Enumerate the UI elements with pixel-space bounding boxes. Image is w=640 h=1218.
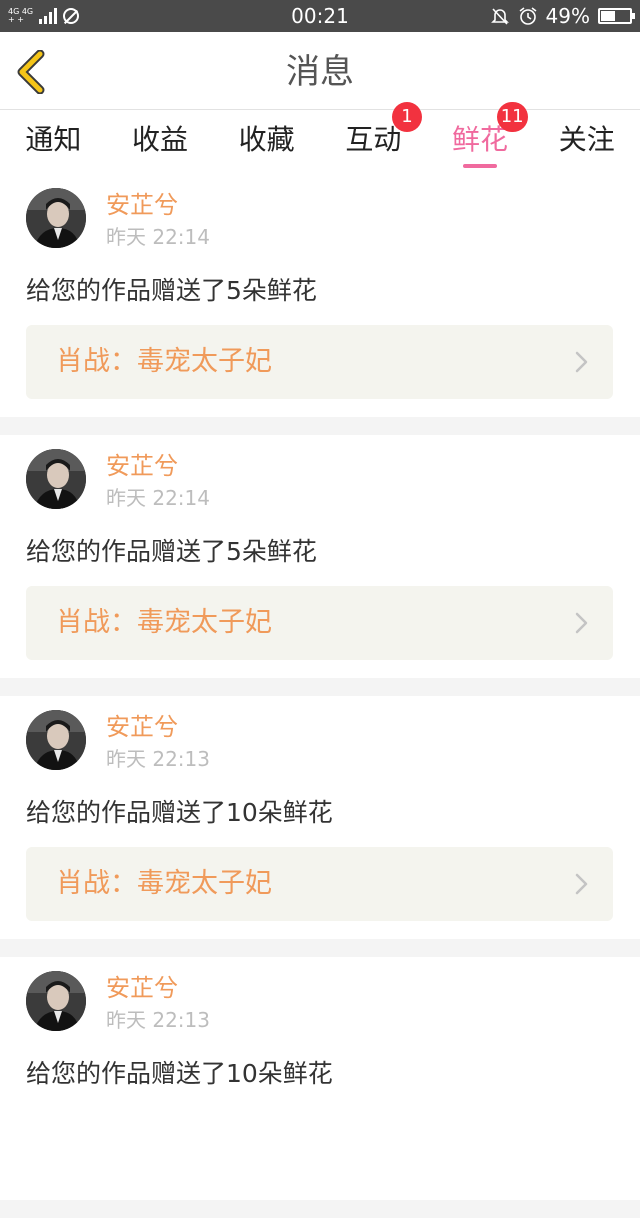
battery-icon [598, 8, 635, 24]
tab-label: 收益 [132, 123, 189, 156]
sender-name[interactable]: 安芷兮 [106, 190, 178, 220]
active-tab-indicator [463, 164, 498, 168]
message-text: 给您的作品赠送了5朵鲜花 [26, 276, 317, 305]
tab-label: 关注 [558, 123, 615, 156]
work-link[interactable]: 肖战：毒宠太子妃 [26, 325, 613, 399]
chevron-right-icon [575, 873, 588, 895]
unread-badge: 11 [496, 102, 528, 132]
battery-percent: 49% [545, 4, 590, 28]
message-card: 安芷兮 昨天 22:14 给您的作品赠送了5朵鲜花 肖战：毒宠太子妃 [0, 435, 640, 678]
top-bar: 消息 [0, 32, 640, 110]
sender-name[interactable]: 安芷兮 [106, 712, 178, 742]
avatar-image [26, 188, 86, 248]
unread-badge: 1 [392, 102, 423, 132]
avatar-image [26, 710, 86, 770]
avatar[interactable] [26, 449, 86, 509]
sender-name[interactable]: 安芷兮 [106, 973, 178, 1003]
battery-fill [601, 11, 615, 21]
tab-flowers[interactable]: 鲜花 11 [427, 102, 534, 174]
sender-name[interactable]: 安芷兮 [106, 451, 178, 481]
work-link[interactable]: 肖战：毒宠太子妃 [26, 586, 613, 660]
chevron-right-icon [575, 351, 588, 373]
tab-notice[interactable]: 通知 [0, 110, 107, 174]
message-text: 给您的作品赠送了10朵鲜花 [26, 1059, 333, 1088]
avatar-image [26, 971, 86, 1031]
avatar[interactable] [26, 971, 86, 1031]
message-text: 给您的作品赠送了5朵鲜花 [26, 537, 317, 566]
work-title: 肖战：毒宠太子妃 [56, 868, 272, 899]
work-title: 肖战：毒宠太子妃 [56, 346, 272, 377]
avatar[interactable] [26, 188, 86, 248]
work-link[interactable]: 肖战：毒宠太子妃 [26, 847, 613, 921]
tab-label: 互动 [345, 123, 402, 156]
alarm-icon [519, 7, 537, 25]
mute-bell-icon [490, 8, 509, 25]
avatar-image [26, 449, 86, 509]
tab-follow[interactable]: 关注 [533, 110, 640, 174]
message-time: 昨天 22:14 [106, 225, 210, 249]
tab-label: 收藏 [238, 123, 295, 156]
status-right: 49% [490, 4, 635, 28]
message-card: 安芷兮 昨天 22:13 给您的作品赠送了10朵鲜花 [0, 957, 640, 1200]
chevron-right-icon [575, 612, 588, 634]
avatar[interactable] [26, 710, 86, 770]
message-time: 昨天 22:13 [106, 1008, 210, 1032]
tab-label: 通知 [25, 123, 82, 156]
tab-bar: 通知 收益 收藏 互动 1 鲜花 11 关注 [0, 102, 640, 174]
work-title: 肖战：毒宠太子妃 [56, 607, 272, 638]
message-card: 安芷兮 昨天 22:14 给您的作品赠送了5朵鲜花 肖战：毒宠太子妃 [0, 174, 640, 417]
message-card: 安芷兮 昨天 22:13 给您的作品赠送了10朵鲜花 肖战：毒宠太子妃 [0, 696, 640, 939]
status-bar: 4G 4G + + 00:21 49% [0, 0, 640, 32]
page-title: 消息 [286, 52, 354, 92]
tab-label: 鲜花 [452, 123, 509, 156]
tab-interaction[interactable]: 互动 1 [320, 102, 427, 174]
tab-earnings[interactable]: 收益 [107, 110, 214, 174]
flower-message-list: 安芷兮 昨天 22:14 给您的作品赠送了5朵鲜花 肖战：毒宠太子妃 安芷兮 昨… [0, 174, 640, 1218]
message-text: 给您的作品赠送了10朵鲜花 [26, 798, 333, 827]
message-time: 昨天 22:14 [106, 486, 210, 510]
message-time: 昨天 22:13 [106, 747, 210, 771]
tab-favorites[interactable]: 收藏 [213, 110, 320, 174]
